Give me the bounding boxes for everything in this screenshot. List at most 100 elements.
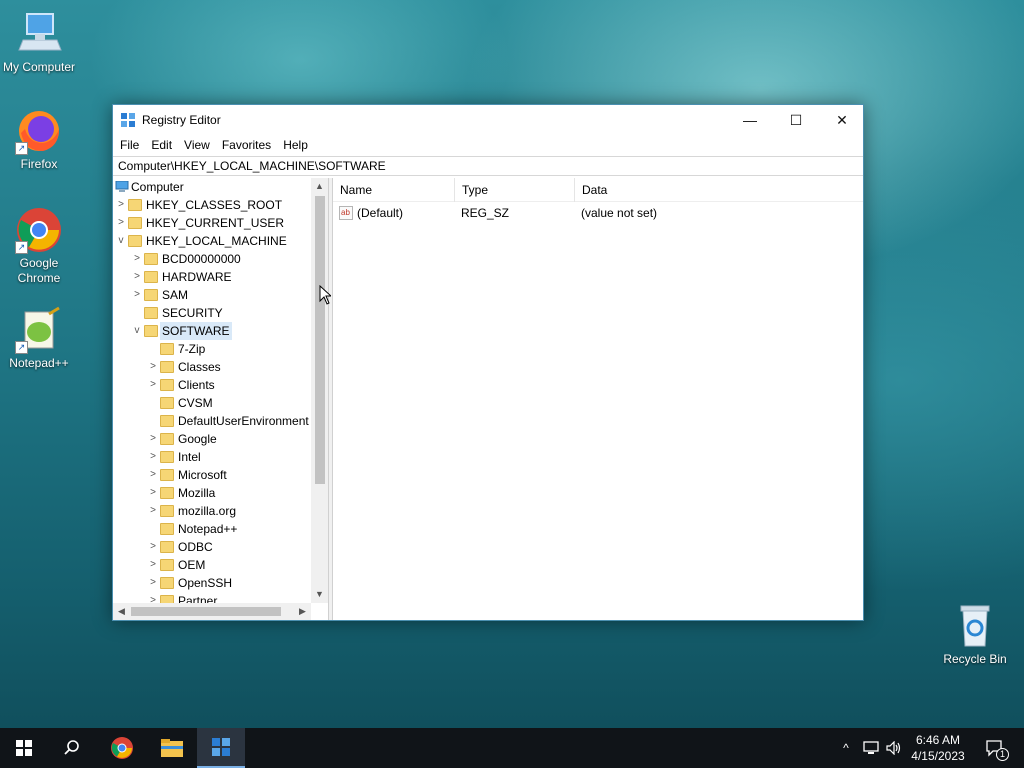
- tree-item-label: Google: [178, 432, 217, 446]
- taskbar-file-explorer[interactable]: [148, 728, 196, 768]
- folder-icon: [160, 343, 174, 355]
- tree-item-label: HKEY_CLASSES_ROOT: [146, 198, 283, 212]
- desktop-icon-label: Firefox: [20, 157, 58, 171]
- menu-edit[interactable]: Edit: [145, 138, 178, 152]
- folder-icon: [160, 505, 174, 517]
- search-button[interactable]: [48, 728, 96, 768]
- chevron-right-icon[interactable]: >: [147, 574, 159, 592]
- chevron-right-icon[interactable]: >: [147, 448, 159, 466]
- scroll-left-icon[interactable]: ◀: [113, 603, 130, 620]
- chevron-right-icon[interactable]: >: [147, 466, 159, 484]
- tree-item-label: SECURITY: [162, 306, 223, 320]
- desktop-icon-notepad-plus-plus[interactable]: ↗ Notepad++: [1, 306, 77, 371]
- taskbar-registry-editor[interactable]: [197, 728, 245, 768]
- desktop-icon-firefox[interactable]: ↗ Firefox: [1, 107, 77, 172]
- close-button[interactable]: ✕: [819, 105, 865, 135]
- tree-line: [147, 520, 159, 538]
- scroll-thumb[interactable]: [131, 607, 281, 616]
- chrome-icon: ↗: [15, 206, 63, 254]
- folder-icon: [160, 487, 174, 499]
- chevron-right-icon[interactable]: >: [131, 286, 143, 304]
- network-icon: [863, 741, 879, 754]
- chevron-right-icon[interactable]: >: [147, 430, 159, 448]
- maximize-icon: ☐: [789, 111, 803, 128]
- folder-icon: [144, 289, 158, 301]
- chevron-right-icon[interactable]: >: [147, 502, 159, 520]
- network-button[interactable]: [860, 728, 882, 768]
- folder-icon: [160, 415, 174, 427]
- chevron-right-icon[interactable]: >: [115, 214, 127, 232]
- show-hidden-icons-button[interactable]: ^: [836, 728, 856, 768]
- start-button[interactable]: [0, 728, 48, 768]
- column-header-name[interactable]: Name: [333, 178, 455, 202]
- scroll-up-icon[interactable]: ▲: [311, 178, 328, 195]
- menu-view[interactable]: View: [178, 138, 216, 152]
- chevron-right-icon[interactable]: >: [131, 268, 143, 286]
- tree-vertical-scrollbar[interactable]: ▲ ▼: [311, 178, 328, 603]
- column-header-type[interactable]: Type: [455, 178, 575, 202]
- chevron-right-icon[interactable]: >: [147, 556, 159, 574]
- tree-item-label: SAM: [162, 288, 189, 302]
- value-row[interactable]: ab (Default) REG_SZ (value not set): [333, 203, 863, 223]
- desktop-icon-recycle-bin[interactable]: Recycle Bin: [937, 602, 1013, 667]
- action-center-button[interactable]: 1: [978, 728, 1012, 768]
- registry-editor-icon: [212, 738, 230, 756]
- tree-horizontal-scrollbar[interactable]: ◀ ▶: [113, 603, 311, 620]
- tree-item-label: SOFTWARE: [160, 322, 232, 340]
- window-title: Registry Editor: [142, 113, 221, 127]
- desktop-icon-google-chrome[interactable]: ↗ Google Chrome: [1, 206, 77, 286]
- folder-icon: [160, 541, 174, 553]
- scroll-thumb[interactable]: [315, 196, 325, 484]
- value-type: REG_SZ: [461, 206, 510, 220]
- chevron-down-icon[interactable]: v: [115, 232, 127, 250]
- tree-item-label: Notepad++: [178, 522, 238, 536]
- minimize-button[interactable]: —: [727, 105, 773, 135]
- tree-item-label: DefaultUserEnvironment: [178, 414, 309, 428]
- column-header-data[interactable]: Data: [575, 178, 855, 202]
- firefox-icon: ↗: [15, 107, 63, 155]
- chevron-right-icon[interactable]: >: [147, 358, 159, 376]
- folder-icon: [144, 307, 158, 319]
- tree-item-label: HKEY_CURRENT_USER: [146, 216, 285, 230]
- taskbar-chrome[interactable]: [98, 728, 146, 768]
- chevron-right-icon[interactable]: >: [147, 376, 159, 394]
- desktop-icon-my-computer[interactable]: My Computer: [1, 10, 77, 75]
- key-tree-pane: Computer > HKEY_CLASSES_ROOT > HKEY_CURRENT…: [113, 178, 329, 620]
- tree-line: [131, 304, 143, 322]
- taskbar: ^ 6:46 AM 4/15/2023 1: [0, 728, 1024, 768]
- tree-item-label: mozilla.org: [178, 504, 237, 518]
- clock[interactable]: 6:46 AM 4/15/2023: [904, 728, 972, 768]
- chevron-right-icon[interactable]: >: [115, 196, 127, 214]
- menu-help[interactable]: Help: [277, 138, 314, 152]
- folder-icon: [160, 469, 174, 481]
- scroll-down-icon[interactable]: ▼: [311, 586, 328, 603]
- chevron-right-icon[interactable]: >: [131, 250, 143, 268]
- chevron-right-icon[interactable]: >: [147, 538, 159, 556]
- tree-item-label: Microsoft: [178, 468, 227, 482]
- address-bar[interactable]: Computer\HKEY_LOCAL_MACHINE\SOFTWARE: [113, 156, 863, 176]
- folder-icon: [160, 523, 174, 535]
- title-bar[interactable]: Registry Editor — ☐ ✕: [113, 105, 863, 135]
- menu-favorites[interactable]: Favorites: [216, 138, 277, 152]
- tree-item-label: OEM: [178, 558, 206, 572]
- notepad-plus-plus-icon: ↗: [15, 306, 63, 354]
- folder-icon: [160, 451, 174, 463]
- scroll-right-icon[interactable]: ▶: [294, 603, 311, 620]
- mouse-cursor-icon: [319, 285, 331, 305]
- volume-button[interactable]: [884, 728, 904, 768]
- tree-item-label: CVSM: [178, 396, 213, 410]
- tree-item-label: Clients: [178, 378, 215, 392]
- desktop-icon-label: My Computer: [2, 60, 76, 74]
- chevron-right-icon[interactable]: >: [147, 484, 159, 502]
- minimize-icon: —: [743, 112, 757, 128]
- folder-icon: [128, 217, 142, 229]
- registry-editor-icon: [121, 113, 135, 127]
- tree-item-label: HKEY_LOCAL_MACHINE: [146, 234, 287, 248]
- chrome-icon: [111, 737, 133, 759]
- maximize-button[interactable]: ☐: [773, 105, 819, 135]
- chevron-down-icon[interactable]: v: [131, 322, 143, 340]
- folder-icon: [144, 271, 158, 283]
- menu-bar: File Edit View Favorites Help: [113, 135, 863, 155]
- menu-file[interactable]: File: [114, 138, 145, 152]
- tree-item-label: Classes: [178, 360, 221, 374]
